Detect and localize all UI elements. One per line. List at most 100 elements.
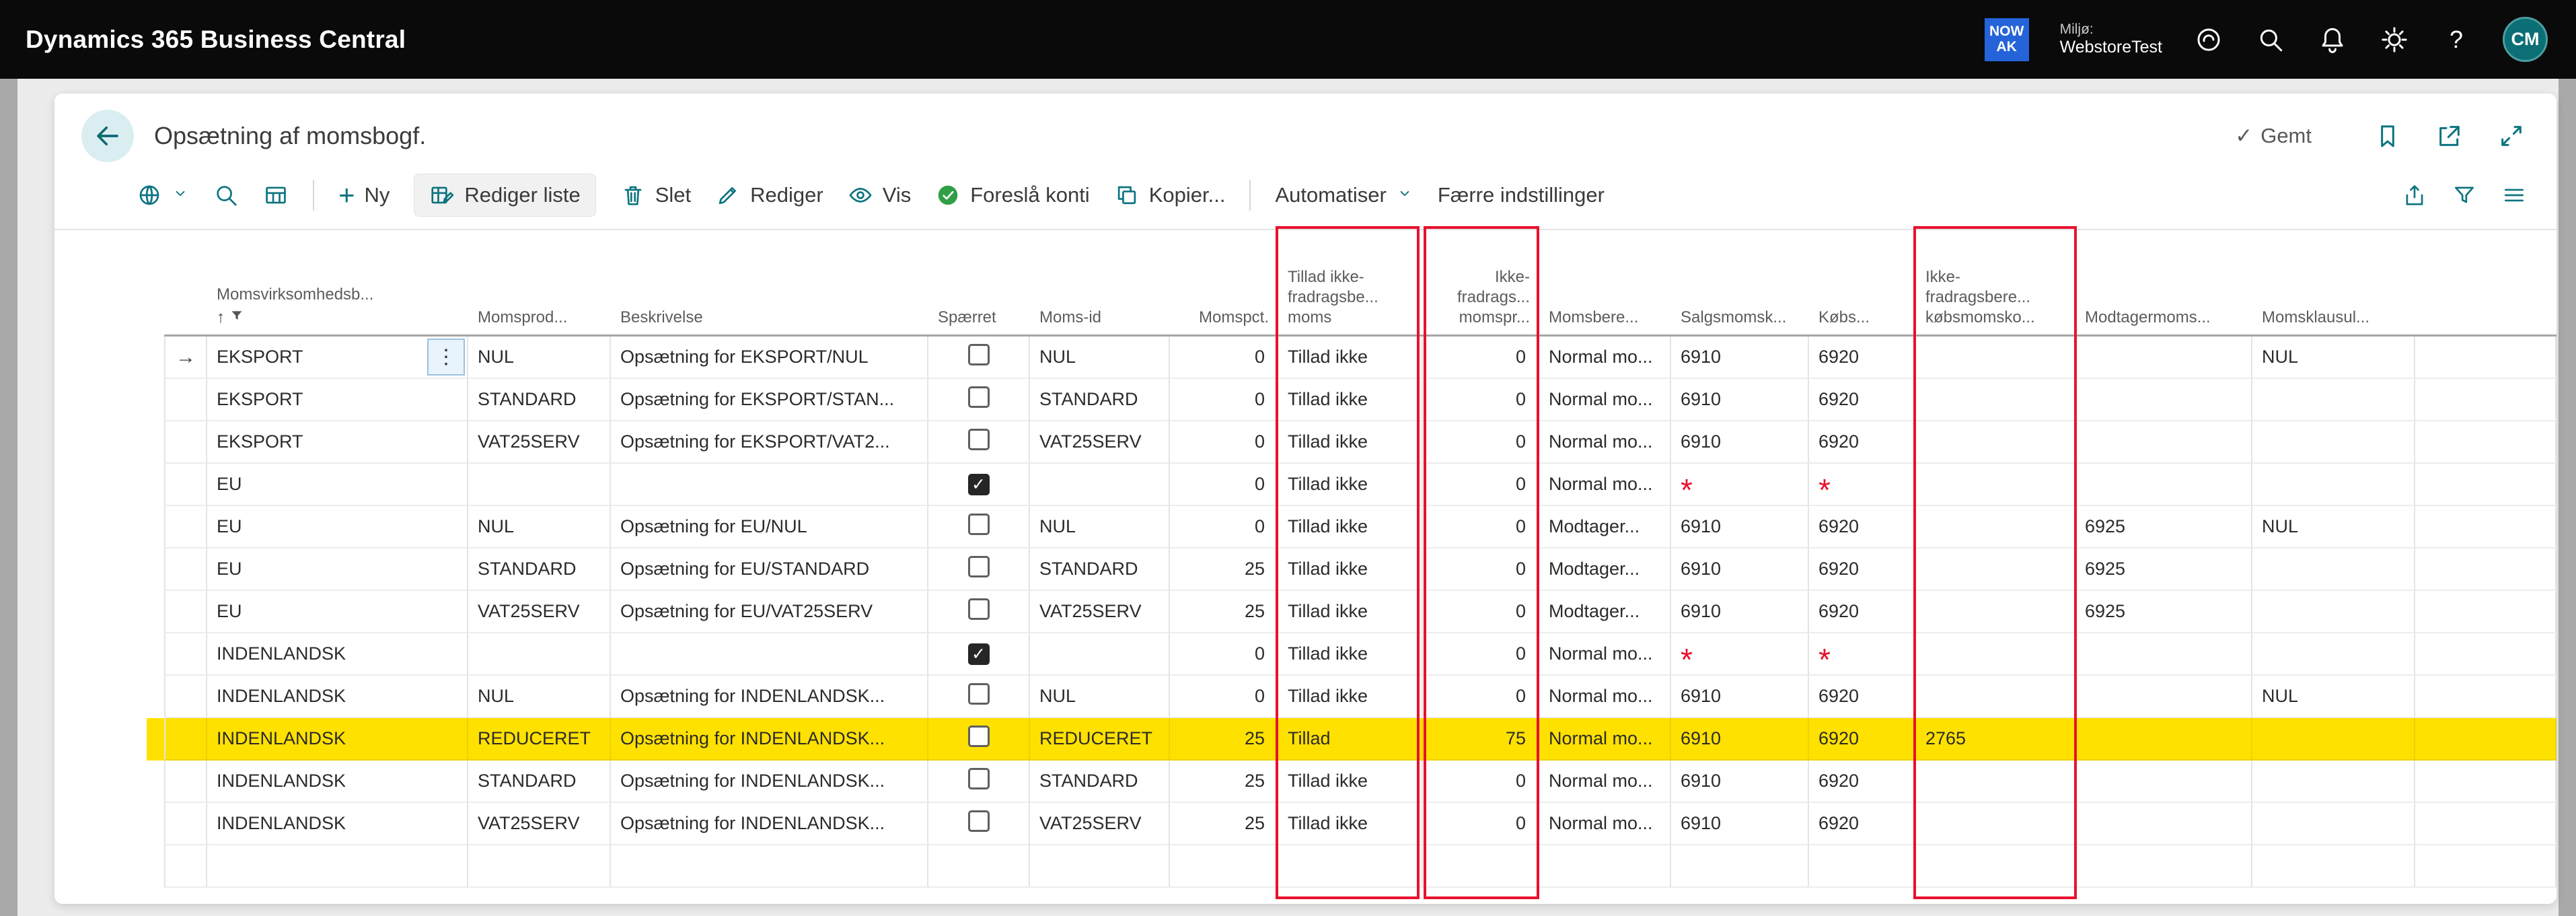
search-list-icon[interactable] — [213, 182, 239, 208]
cell-nonDedPct[interactable]: 0 — [1423, 337, 1539, 379]
bookmark-icon[interactable] — [2372, 120, 2403, 151]
cell-vatBus[interactable]: INDENLANDSK — [207, 718, 468, 761]
column-header-purchAcc[interactable]: Købs... — [1809, 230, 1916, 337]
cell-blocked[interactable] — [928, 379, 1030, 421]
cell-vatProd[interactable] — [468, 633, 611, 676]
cell-vatBus[interactable]: EU — [207, 549, 468, 591]
cell-desc[interactable]: Opsætning for EU/VAT25SERV — [611, 591, 928, 633]
cell-reverseAcc[interactable] — [2075, 676, 2252, 718]
cell-vatCalc[interactable] — [1539, 845, 1671, 888]
cell-salesAcc[interactable]: 6910 — [1671, 421, 1809, 464]
cell-nonDedAcc[interactable] — [1916, 761, 2075, 803]
share-button[interactable] — [2402, 182, 2427, 208]
collapse-page-icon[interactable] — [2496, 120, 2527, 151]
column-header-vatBus[interactable]: Momsvirksomhedsb...↑ — [207, 230, 468, 337]
cell-nonDedAcc[interactable] — [1916, 421, 2075, 464]
checkbox-unchecked[interactable] — [968, 429, 990, 450]
cell-salesAcc[interactable] — [1671, 845, 1809, 888]
cell-desc[interactable]: Opsætning for INDENLANDSK... — [611, 718, 928, 761]
cell-vatBus[interactable]: INDENLANDSK — [207, 761, 468, 803]
cell-reverseAcc[interactable]: 6925 — [2075, 506, 2252, 549]
checkbox-checked[interactable]: ✓ — [968, 643, 990, 665]
cell-blocked[interactable] — [928, 761, 1030, 803]
cell-vatCalc[interactable]: Normal mo... — [1539, 337, 1671, 379]
checkbox-unchecked[interactable] — [968, 768, 990, 789]
cell-salesAcc[interactable]: 6910 — [1671, 718, 1809, 761]
cell-nonDedAcc[interactable] — [1916, 845, 2075, 888]
cell-nonDedPct[interactable]: 0 — [1423, 761, 1539, 803]
cell-vatProd[interactable]: NUL — [468, 337, 611, 379]
cell-allowNonDed[interactable]: Tillad ikke — [1278, 379, 1423, 421]
cell-vatClause[interactable] — [2252, 761, 2415, 803]
cell-vatClause[interactable] — [2252, 845, 2415, 888]
cell-vatPct[interactable]: 25 — [1170, 549, 1278, 591]
cell-allowNonDed[interactable]: Tillad ikke — [1278, 464, 1423, 506]
column-header-salesAcc[interactable]: Salgsmomsk... — [1671, 230, 1809, 337]
cell-allowNonDed[interactable]: Tillad ikke — [1278, 761, 1423, 803]
cell-vatPct[interactable]: 25 — [1170, 718, 1278, 761]
cell-vatId[interactable]: REDUCERET — [1030, 718, 1170, 761]
cell-vatCalc[interactable]: Modtager... — [1539, 591, 1671, 633]
cell-vatPct[interactable]: 25 — [1170, 803, 1278, 845]
cell-vatId[interactable]: STANDARD — [1030, 549, 1170, 591]
cell-vatProd[interactable]: VAT25SERV — [468, 591, 611, 633]
copy-button[interactable]: Kopier... — [1114, 182, 1226, 208]
cell-vatBus[interactable]: INDENLANDSK — [207, 803, 468, 845]
cell-nonDedAcc[interactable] — [1916, 464, 2075, 506]
cell-purchAcc[interactable]: 6920 — [1809, 761, 1916, 803]
column-header-vatId[interactable]: Moms-id — [1030, 230, 1170, 337]
cell-vatId[interactable] — [1030, 845, 1170, 888]
cell-desc[interactable]: Opsætning for EKSPORT/NUL — [611, 337, 928, 379]
cell-vatBus[interactable]: EU — [207, 464, 468, 506]
cell-vatCalc[interactable]: Normal mo... — [1539, 803, 1671, 845]
cell-nonDedAcc[interactable] — [1916, 379, 2075, 421]
cell-vatId[interactable]: NUL — [1030, 506, 1170, 549]
cell-vatId[interactable]: VAT25SERV — [1030, 421, 1170, 464]
cell-vatPct[interactable]: 0 — [1170, 676, 1278, 718]
cell-blocked[interactable] — [928, 676, 1030, 718]
cell-nonDedAcc[interactable]: 2765 — [1916, 718, 2075, 761]
cell-vatCalc[interactable]: Normal mo... — [1539, 464, 1671, 506]
cell-vatId[interactable]: NUL — [1030, 337, 1170, 379]
cell-allowNonDed[interactable]: Tillad ikke — [1278, 803, 1423, 845]
cell-vatClause[interactable] — [2252, 549, 2415, 591]
cell-desc[interactable]: Opsætning for EKSPORT/VAT2... — [611, 421, 928, 464]
cell-vatProd[interactable]: NUL — [468, 506, 611, 549]
cell-allowNonDed[interactable]: Tillad ikke — [1278, 506, 1423, 549]
cell-vatProd[interactable]: VAT25SERV — [468, 421, 611, 464]
cell-nonDedPct[interactable]: 0 — [1423, 506, 1539, 549]
cell-vatProd[interactable] — [468, 464, 611, 506]
cell-vatClause[interactable] — [2252, 591, 2415, 633]
cell-vatCalc[interactable]: Normal mo... — [1539, 633, 1671, 676]
cell-blocked[interactable] — [928, 549, 1030, 591]
cell-vatId[interactable] — [1030, 633, 1170, 676]
cell-reverseAcc[interactable] — [2075, 845, 2252, 888]
cell-nonDedAcc[interactable] — [1916, 591, 2075, 633]
suggest-accounts-button[interactable]: Foreslå konti — [935, 182, 1089, 208]
analyze-grid-icon[interactable] — [263, 182, 289, 208]
column-header-nonDedPct[interactable]: Ikke-fradrags...momspr... — [1423, 230, 1539, 337]
cell-purchAcc[interactable]: * — [1809, 464, 1916, 506]
cell-desc[interactable] — [611, 464, 928, 506]
back-button[interactable] — [81, 110, 134, 162]
cell-vatCalc[interactable]: Normal mo... — [1539, 761, 1671, 803]
cell-blocked[interactable] — [928, 337, 1030, 379]
cell-reverseAcc[interactable]: 6925 — [2075, 549, 2252, 591]
cell-salesAcc[interactable]: 6910 — [1671, 676, 1809, 718]
cell-reverseAcc[interactable] — [2075, 337, 2252, 379]
cell-purchAcc[interactable]: 6920 — [1809, 506, 1916, 549]
cell-vatProd[interactable] — [468, 845, 611, 888]
app-title[interactable]: Dynamics 365 Business Central — [26, 26, 406, 54]
cell-vatClause[interactable] — [2252, 718, 2415, 761]
cell-salesAcc[interactable]: 6910 — [1671, 506, 1809, 549]
cell-salesAcc[interactable]: 6910 — [1671, 803, 1809, 845]
checkbox-unchecked[interactable] — [968, 683, 990, 705]
cell-vatPct[interactable]: 25 — [1170, 591, 1278, 633]
avatar[interactable]: CM — [2503, 17, 2548, 62]
cell-salesAcc[interactable]: 6910 — [1671, 337, 1809, 379]
cell-vatProd[interactable]: REDUCERET — [468, 718, 611, 761]
checkbox-unchecked[interactable] — [968, 726, 990, 747]
cell-blocked[interactable] — [928, 845, 1030, 888]
cell-nonDedAcc[interactable] — [1916, 676, 2075, 718]
cell-nonDedPct[interactable]: 0 — [1423, 676, 1539, 718]
